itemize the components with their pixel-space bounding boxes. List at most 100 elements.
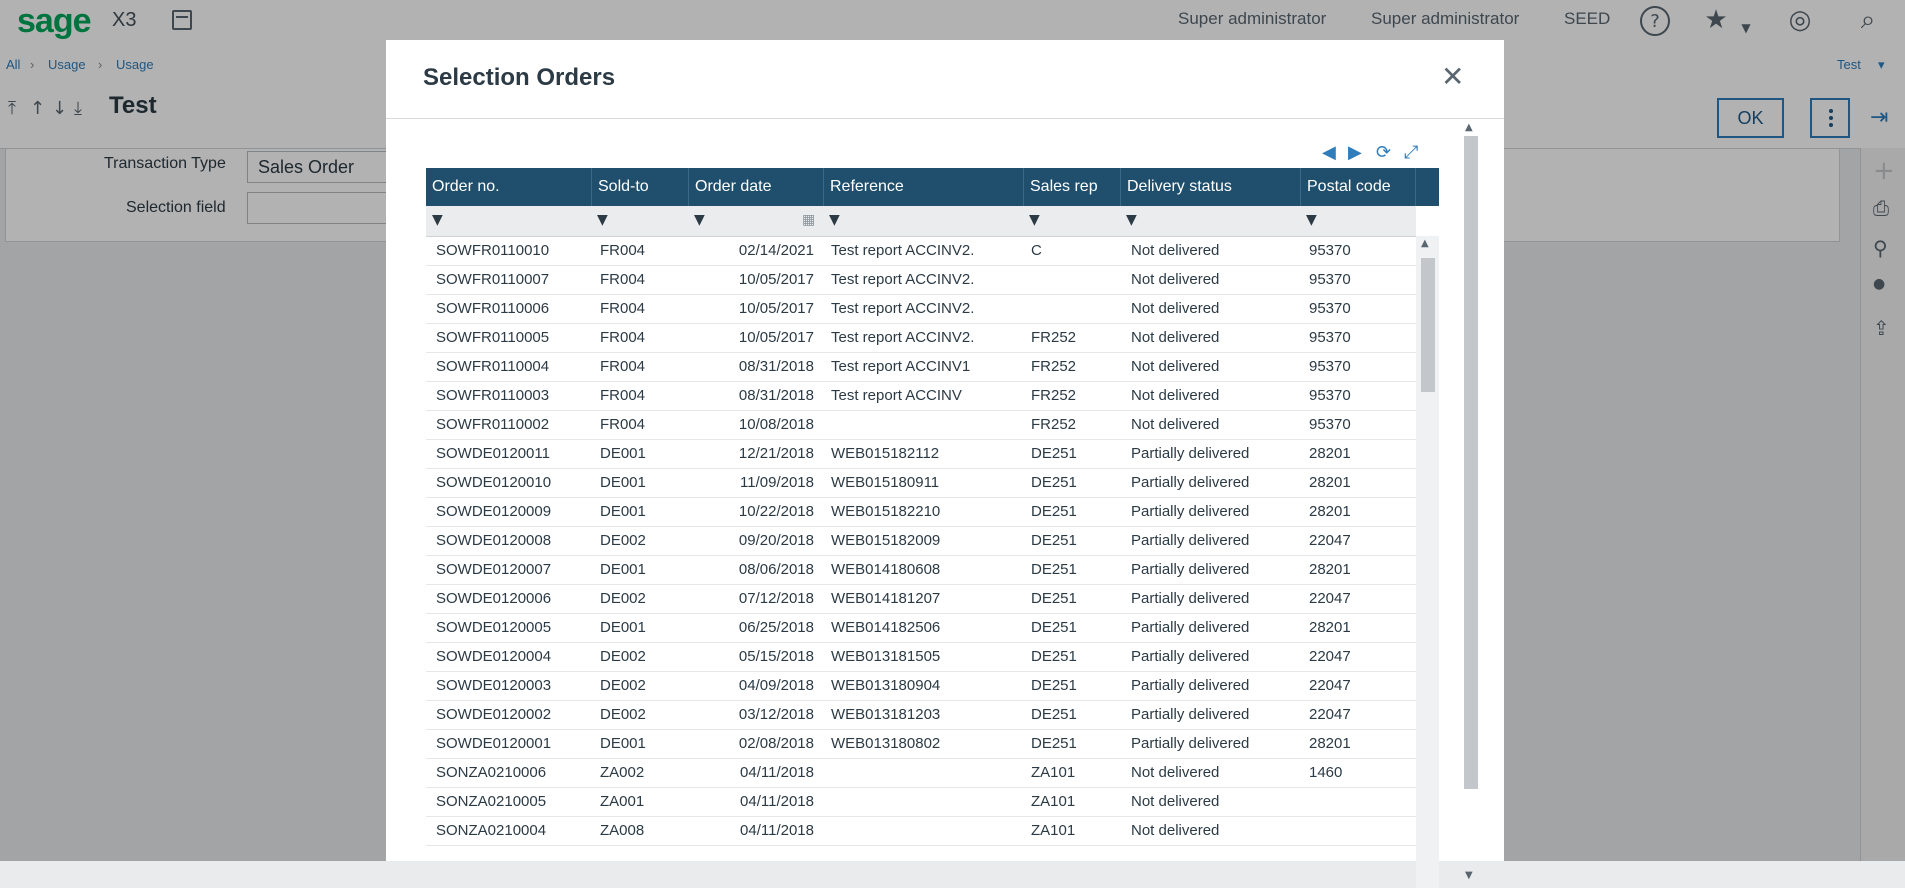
cell-sold-to: FR004 [600,387,646,404]
table-row[interactable]: SOWDE0120009 DE001 10/22/2018 WEB015182210 D… [426,497,1416,527]
cell-sales-rep: ZA101 [1031,793,1076,810]
filter-icon[interactable]: ▼ [432,212,443,228]
cell-postal-code: 95370 [1309,329,1351,346]
table-row[interactable]: SOWFR0110007 FR004 10/05/2017 Test report A… [426,265,1416,295]
table-row[interactable]: SOWDE0120006 DE002 07/12/2018 WEB014181207 D… [426,584,1416,614]
cell-sold-to: DE001 [600,474,646,491]
cell-postal-code: 28201 [1309,735,1351,752]
cell-sales-rep [1031,294,1116,323]
cell-delivery-status: Partially delivered [1131,561,1250,578]
scroll-up-icon[interactable]: ▲ [1465,122,1473,133]
cell-sales-rep: FR252 [1031,387,1077,404]
close-icon[interactable]: ✕ [1441,60,1464,93]
dialog-scrollbar[interactable]: ▲ ▼ [1459,118,1483,881]
filter-icon[interactable]: ▼ [597,212,608,228]
table-row[interactable]: SONZA0210005 ZA001 04/11/2018 ZA101 Not deli… [426,787,1416,817]
cell-postal-code: 28201 [1309,619,1351,636]
cell-sales-rep: DE251 [1031,503,1077,520]
column-header-order-date[interactable]: Order date [689,168,824,206]
cell-reference: WEB013180904 [831,677,941,694]
cell-sold-to: FR004 [600,329,646,346]
cell-order-date: 02/08/2018 [738,735,814,752]
cell-order-date: 04/09/2018 [738,677,814,694]
cell-sold-to: FR004 [600,271,646,288]
cell-order-date: 08/31/2018 [738,387,814,404]
table-row[interactable]: SOWDE0120010 DE001 11/09/2018 WEB015180911 D… [426,468,1416,498]
grid-filter-row: ▼ ▼ ▼ ▦ ▼ ▼ ▼ ▼ [426,206,1416,237]
grid-scrollbar-thumb[interactable] [1421,258,1435,392]
expand-icon[interactable]: ⤢ [1404,142,1418,163]
table-row[interactable]: SOWDE0120003 DE002 04/09/2018 WEB013180904 D… [426,671,1416,701]
dialog-scrollbar-thumb[interactable] [1464,136,1478,789]
cell-postal-code: 95370 [1309,271,1351,288]
table-row[interactable]: SOWDE0120004 DE002 05/15/2018 WEB013181505 D… [426,642,1416,672]
cell-sold-to: DE001 [600,561,646,578]
cell-order-date: 10/22/2018 [738,503,814,520]
table-row[interactable]: SOWFR0110005 FR004 10/05/2017 Test report A… [426,323,1416,353]
column-header-delivery-status[interactable]: Delivery status [1121,168,1301,206]
cell-sold-to: ZA008 [600,822,645,839]
cell-order-no: SOWDE0120005 [436,619,552,636]
table-row[interactable]: SOWDE0120005 DE001 06/25/2018 WEB014182506 D… [426,613,1416,643]
cell-delivery-status: Partially delivered [1131,532,1250,549]
previous-page-icon[interactable]: ◀ [1322,142,1336,163]
scroll-up-icon[interactable]: ▲ [1421,238,1429,249]
cell-order-date: 08/31/2018 [738,358,814,375]
column-header-postal-code[interactable]: Postal code [1301,168,1416,206]
cell-sales-rep: ZA101 [1031,764,1076,781]
cell-sold-to: DE002 [600,590,646,607]
refresh-icon[interactable]: ⟳ [1376,142,1391,163]
cell-order-no: SONZA0210005 [436,793,547,810]
cell-delivery-status: Not delivered [1131,822,1220,839]
table-row[interactable]: SOWDE0120007 DE001 08/06/2018 WEB014180608 D… [426,555,1416,585]
cell-delivery-status: Partially delivered [1131,648,1250,665]
cell-order-date: 10/05/2017 [738,329,814,346]
column-header-sold-to[interactable]: Sold-to [592,168,689,206]
cell-sold-to: DE002 [600,532,646,549]
table-row[interactable]: SONZA0210004 ZA008 04/11/2018 ZA101 Not deli… [426,816,1416,846]
filter-icon[interactable]: ▼ [1306,212,1317,228]
table-row[interactable]: SOWFR0110003 FR004 08/31/2018 Test report A… [426,381,1416,411]
cell-postal-code: 95370 [1309,300,1351,317]
cell-delivery-status: Partially delivered [1131,503,1250,520]
cell-postal-code: 28201 [1309,561,1351,578]
cell-sales-rep: DE251 [1031,590,1077,607]
cell-order-no: SOWDE0120009 [436,503,552,520]
cell-order-date: 11/09/2018 [740,474,814,491]
table-row[interactable]: SOWFR0110010 FR004 02/14/2021 Test report A… [426,236,1416,266]
cell-order-date: 03/12/2018 [738,706,814,723]
column-header-reference[interactable]: Reference [824,168,1024,206]
table-row[interactable]: SOWDE0120011 DE001 12/21/2018 WEB015182112 D… [426,439,1416,469]
grid-scrollbar[interactable]: ▲ [1416,236,1439,888]
dialog-title: Selection Orders [423,64,616,91]
cell-postal-code: 22047 [1309,706,1351,723]
table-row[interactable]: SOWDE0120008 DE002 09/20/2018 WEB015182009 D… [426,526,1416,556]
cell-sales-rep: DE251 [1031,648,1077,665]
cell-order-no: SOWDE0120011 [436,445,550,462]
scroll-down-icon[interactable]: ▼ [1465,870,1473,881]
next-page-icon[interactable]: ▶ [1348,142,1362,163]
cell-sold-to: ZA001 [600,793,645,810]
cell-order-date: 05/15/2018 [738,648,814,665]
table-row[interactable]: SOWDE0120002 DE002 03/12/2018 WEB013181203 D… [426,700,1416,730]
table-row[interactable]: SOWDE0120001 DE001 02/08/2018 WEB013180802 D… [426,729,1416,759]
cell-sales-rep: FR252 [1031,416,1077,433]
cell-order-no: SOWDE0120003 [436,677,552,694]
cell-order-no: SOWDE0120007 [436,561,552,578]
table-row[interactable]: SONZA0210006 ZA002 04/11/2018 ZA101 Not deli… [426,758,1416,788]
cell-postal-code: 28201 [1309,503,1351,520]
column-header-sales-rep[interactable]: Sales rep [1024,168,1121,206]
cell-delivery-status: Partially delivered [1131,735,1250,752]
filter-icon[interactable]: ▼ [694,212,705,228]
table-row[interactable]: SOWFR0110006 FR004 10/05/2017 Test report A… [426,294,1416,324]
column-header-order-no[interactable]: Order no. [426,168,592,206]
cell-sales-rep: C [1031,242,1042,259]
table-row[interactable]: SOWFR0110002 FR004 10/08/2018 FR252 Not deli… [426,410,1416,440]
filter-icon[interactable]: ▼ [1029,212,1040,228]
table-row[interactable]: SOWFR0110004 FR004 08/31/2018 Test report A… [426,352,1416,382]
filter-icon[interactable]: ▼ [1126,212,1137,228]
cell-order-no: SOWFR0110003 [436,387,550,404]
filter-icon[interactable]: ▼ [829,212,840,228]
date-picker-icon[interactable]: ▦ [802,212,815,228]
cell-order-date: 04/11/2018 [740,822,814,839]
